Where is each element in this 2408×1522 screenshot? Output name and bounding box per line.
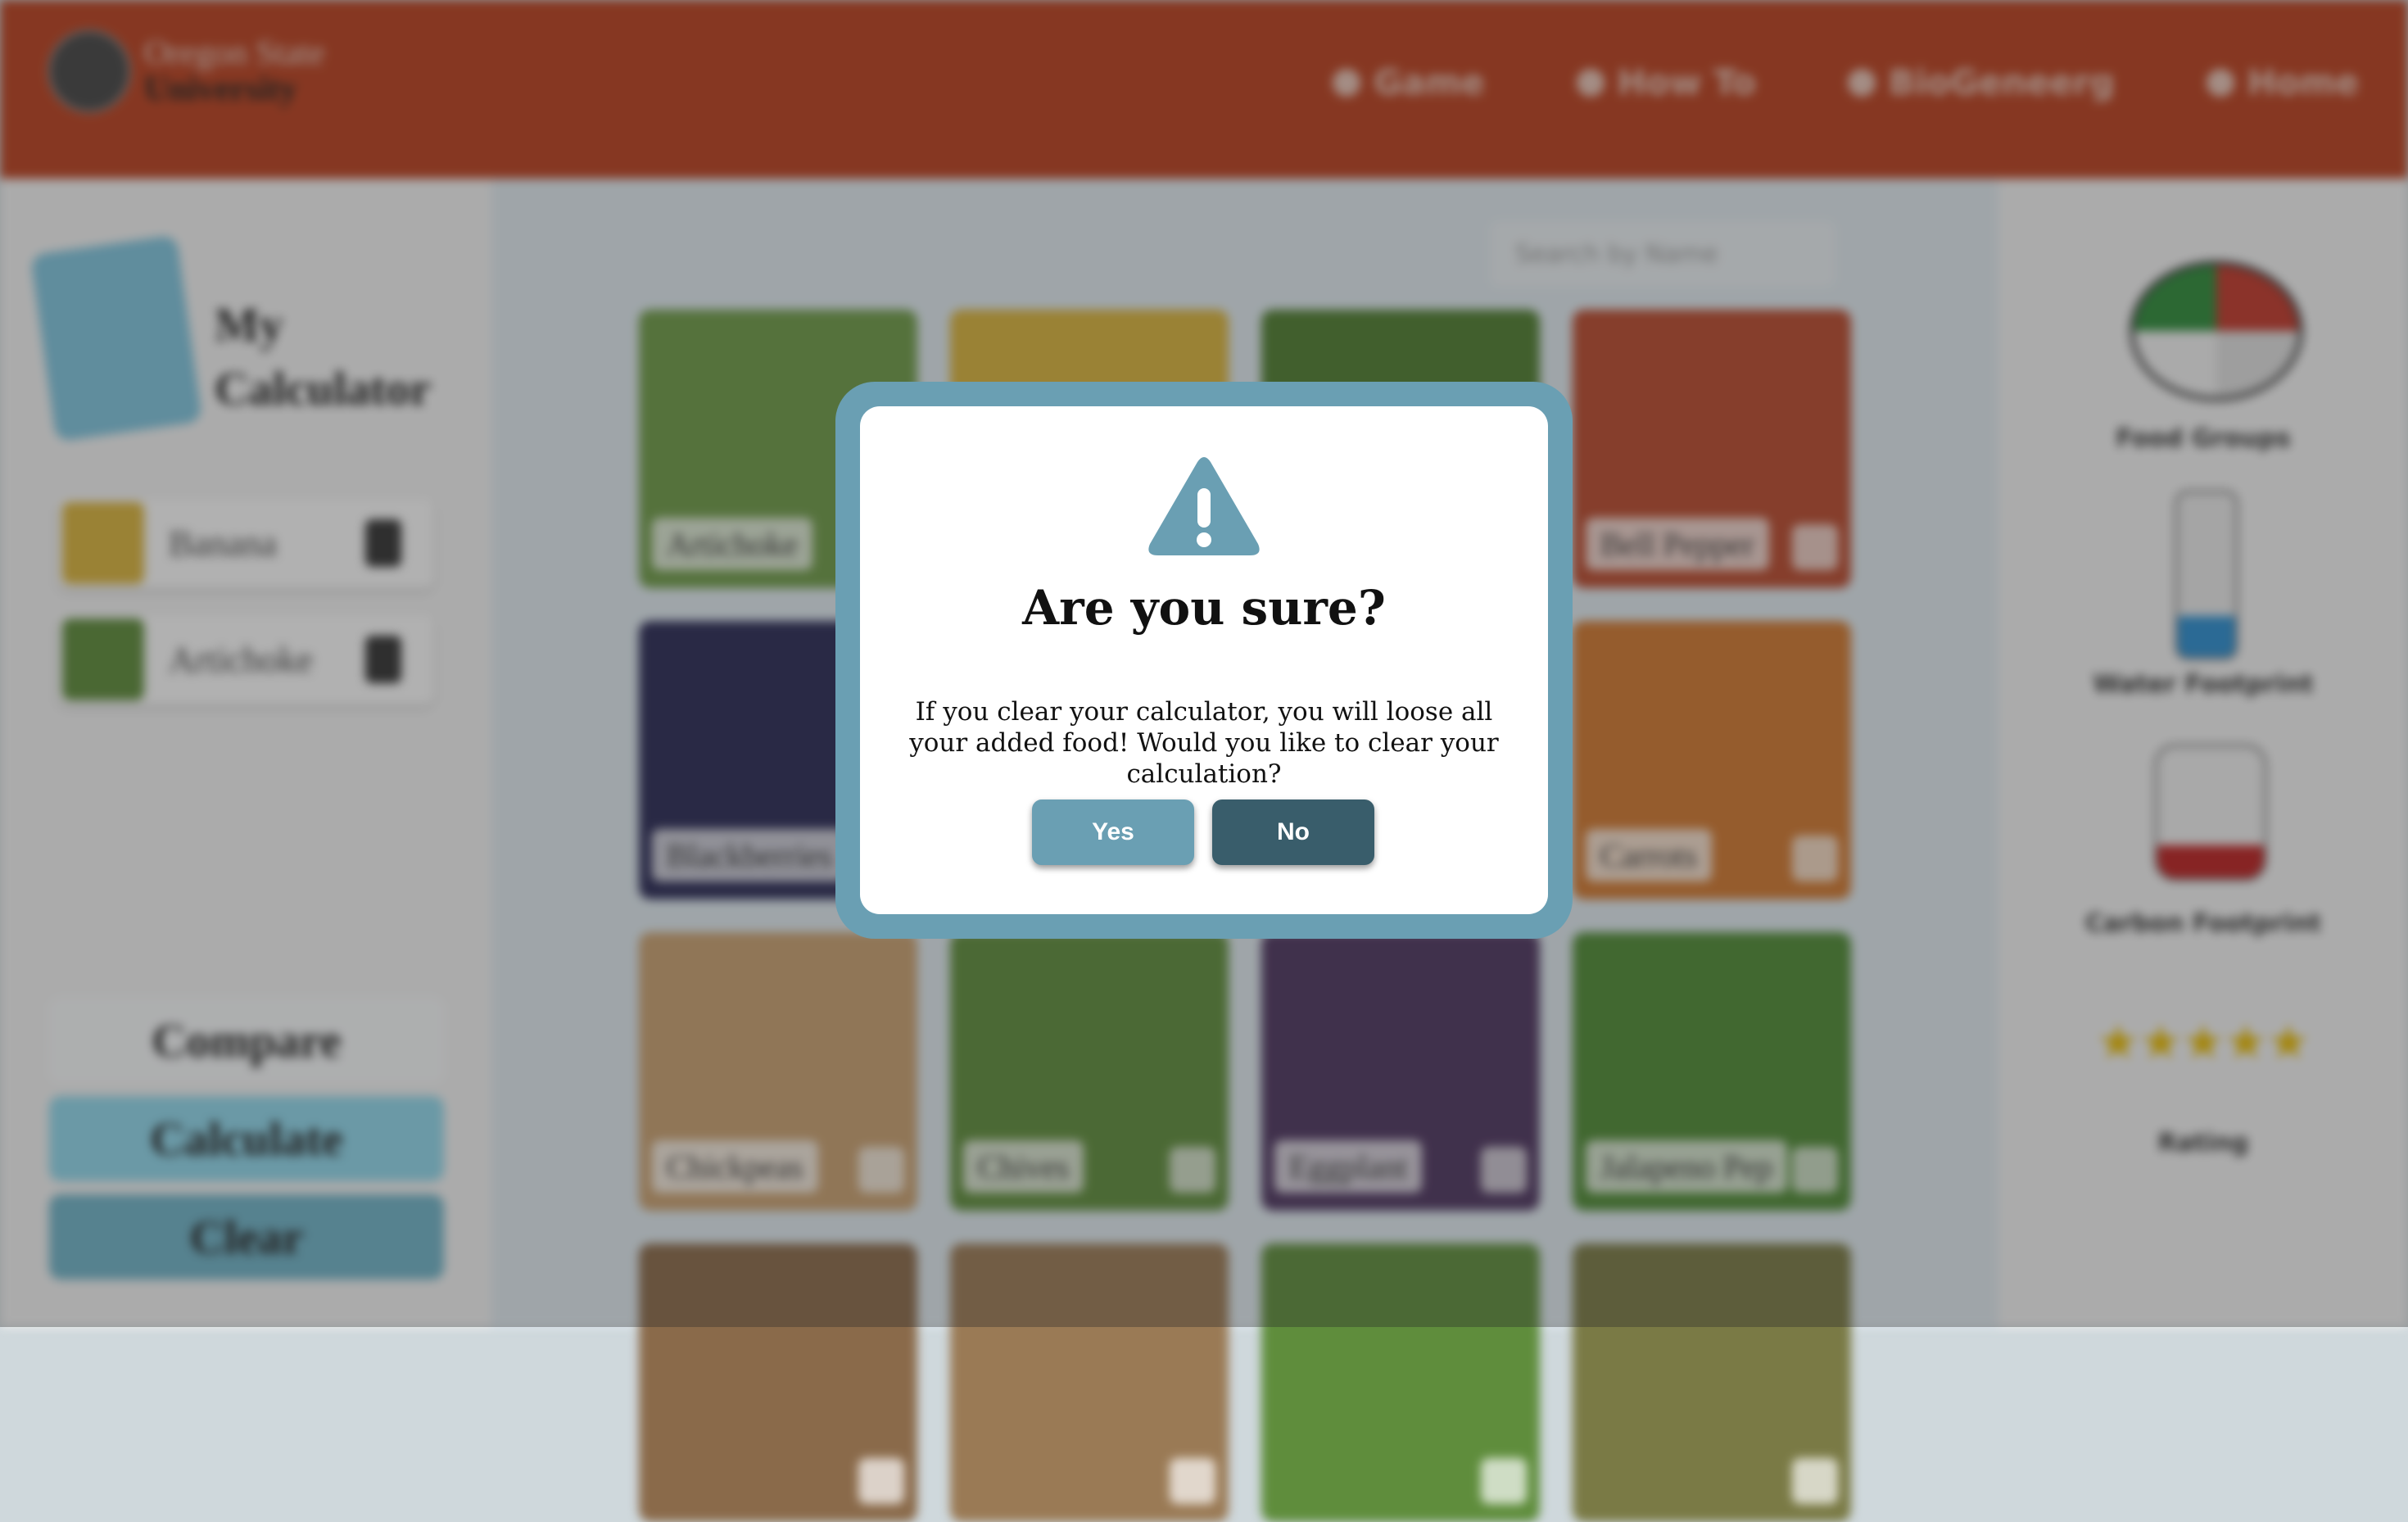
no-button[interactable]: No	[1212, 800, 1374, 865]
add-icon[interactable]	[1170, 1458, 1215, 1504]
yes-button[interactable]: Yes	[1032, 800, 1194, 865]
dialog-title: Are you sure?	[1022, 580, 1386, 636]
dialog-message: If you clear your calculator, you will l…	[909, 697, 1499, 789]
warning-icon	[1148, 457, 1260, 555]
confirm-dialog-body: Are you sure? If you clear your calculat…	[860, 406, 1548, 914]
add-icon[interactable]	[858, 1458, 904, 1504]
add-icon[interactable]	[1792, 1458, 1838, 1504]
confirm-dialog: Are you sure? If you clear your calculat…	[835, 382, 1573, 939]
add-icon[interactable]	[1481, 1458, 1527, 1504]
